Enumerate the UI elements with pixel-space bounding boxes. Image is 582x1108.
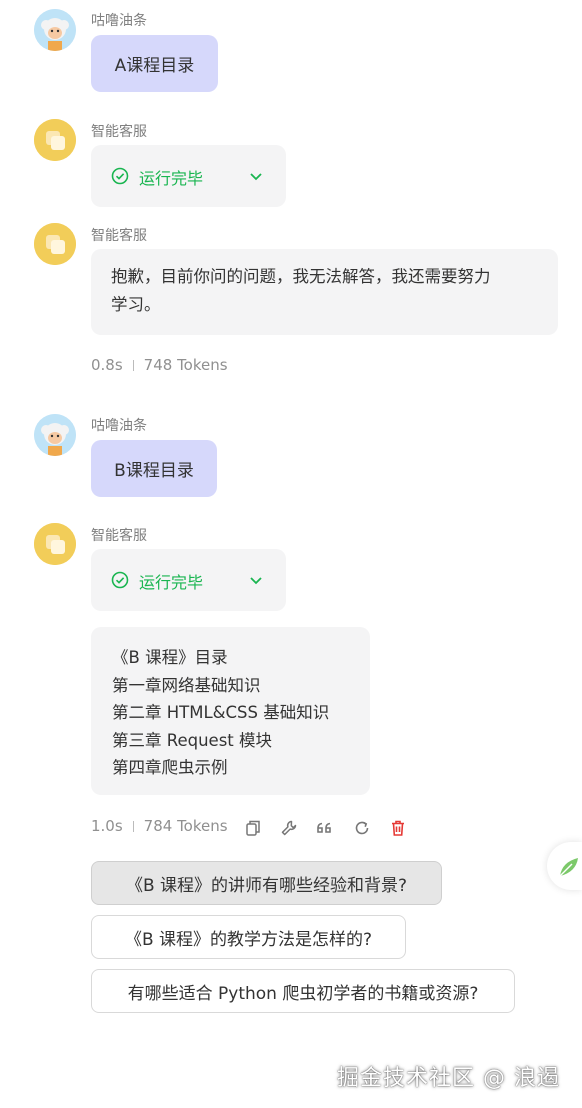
run-status-text: 运行完毕 <box>139 169 204 188</box>
token-count: 748 Tokens <box>143 356 228 374</box>
wrench-icon[interactable] <box>278 817 300 839</box>
user-avatar <box>34 414 76 456</box>
sender-name: 咕噜油条 <box>91 418 147 434</box>
floating-assistant-button[interactable] <box>547 842 582 890</box>
response-time: 1.0s <box>91 817 123 835</box>
check-circle-icon <box>111 571 129 593</box>
answer-line: 第三章 Request 模块 <box>112 730 273 750</box>
copy-icon[interactable] <box>242 817 264 839</box>
bot-avatar <box>34 119 76 161</box>
answer-line: 抱歉，目前你问的问题，我无法解答，我还需要努力 <box>111 267 491 286</box>
answer-meta: 1.0s 784 Tokens <box>91 817 228 835</box>
leaf-icon <box>558 856 580 882</box>
answer-line: 《B 课程》目录 <box>112 648 228 667</box>
quote-icon[interactable] <box>314 817 336 839</box>
bot-avatar <box>34 523 76 565</box>
answer-line: 第二章 HTML&CSS 基础知识 <box>112 703 330 722</box>
user-message-bubble: A课程目录 <box>91 35 218 92</box>
watermark: 掘金技术社区 @ 浪遏 <box>337 1066 560 1091</box>
answer-line: 第一章网络基础知识 <box>112 675 261 695</box>
sender-name: 咕噜油条 <box>91 13 147 29</box>
run-status-text: 运行完毕 <box>139 573 204 592</box>
divider <box>132 820 134 832</box>
bot-answer-bubble: 《B 课程》目录 第一章网络基础知识 第二章 HTML&CSS 基础知识 第三章… <box>91 627 370 795</box>
bot-avatar <box>34 223 76 265</box>
sender-name: 智能客服 <box>91 124 147 140</box>
response-time: 0.8s <box>91 356 123 374</box>
bot-answer-bubble: 抱歉，目前你问的问题，我无法解答，我还需要努力 学习。 <box>91 249 558 335</box>
check-circle-icon <box>111 167 129 189</box>
sender-name: 智能客服 <box>91 228 147 244</box>
chevron-down-icon[interactable] <box>248 169 264 188</box>
divider <box>132 359 134 371</box>
sender-name: 智能客服 <box>91 528 147 544</box>
suggestion-chip[interactable]: 《B 课程》的教学方法是怎样的? <box>91 915 406 959</box>
suggestion-chip[interactable]: 《B 课程》的讲师有哪些经验和背景? <box>91 861 442 905</box>
token-count: 784 Tokens <box>143 817 228 835</box>
run-status-panel[interactable]: 运行完毕 <box>91 145 286 207</box>
chevron-down-icon[interactable] <box>248 573 264 592</box>
run-status-panel[interactable]: 运行完毕 <box>91 549 286 611</box>
delete-icon[interactable] <box>387 817 409 839</box>
refresh-icon[interactable] <box>351 817 373 839</box>
suggestion-chip[interactable]: 有哪些适合 Python 爬虫初学者的书籍或资源? <box>91 969 515 1013</box>
user-avatar <box>34 9 76 51</box>
answer-line: 第四章爬虫示例 <box>112 758 228 777</box>
answer-meta: 0.8s 748 Tokens <box>91 356 228 374</box>
answer-line: 学习。 <box>111 295 161 314</box>
user-message-bubble: B课程目录 <box>91 440 217 497</box>
